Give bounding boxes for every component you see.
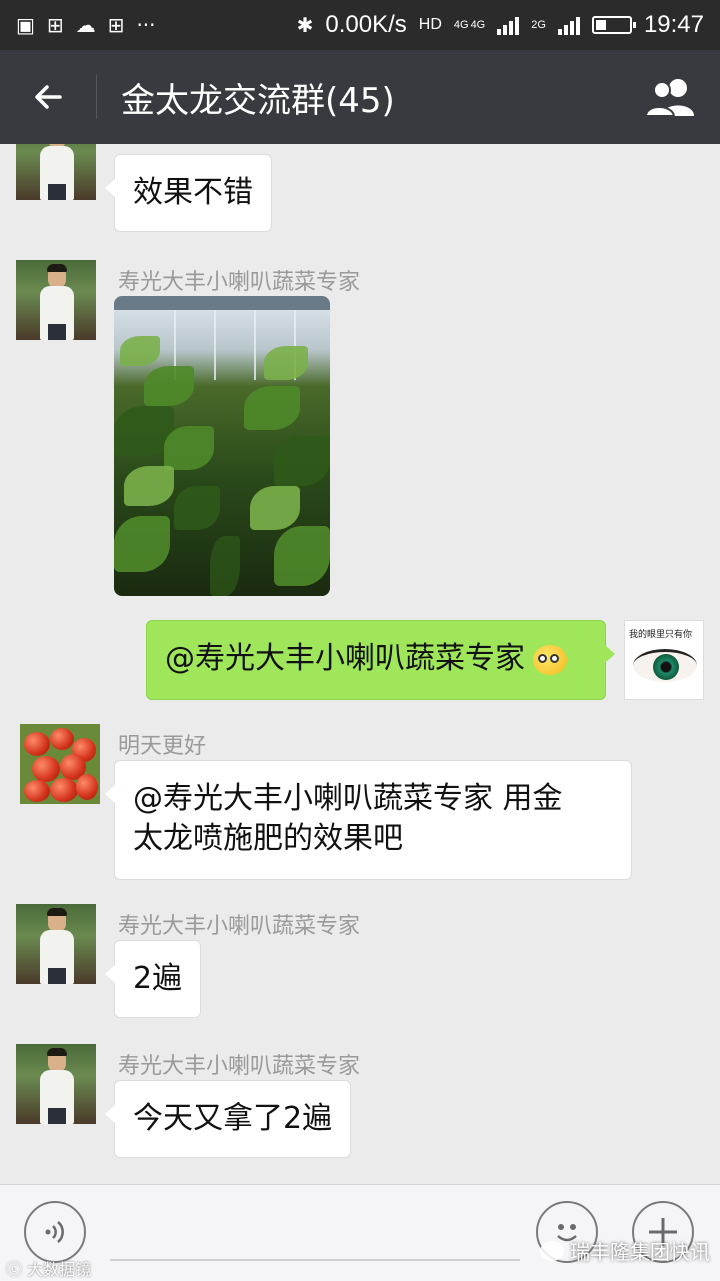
avatar[interactable] — [16, 144, 96, 200]
message-bubble[interactable]: 2遍 — [104, 940, 202, 1018]
message-text-line: 太龙喷施肥的效果吧 — [133, 821, 403, 856]
message-text: @寿光大丰小喇叭蔬菜专家 — [165, 641, 525, 676]
sender-name: 寿光大丰小喇叭蔬菜专家 — [118, 914, 361, 939]
avatar[interactable] — [20, 724, 100, 804]
clock: 19:47 — [643, 11, 704, 38]
message-bubble-mine[interactable]: @寿光大丰小喇叭蔬菜专家 — [146, 620, 615, 700]
battery-icon — [591, 16, 636, 34]
status-bar: ▣ ⊞ ☁ ⊞ ··· ✱ 0.00K/s HD 4G 4G 2G 19:47 — [0, 0, 720, 50]
avatar[interactable] — [16, 904, 96, 984]
avatar[interactable] — [16, 1044, 96, 1124]
my-avatar[interactable]: 我的眼里只有你 — [624, 620, 704, 700]
signal-strength-icon — [497, 15, 520, 35]
message-input-field[interactable] — [110, 1259, 520, 1261]
copyright-icon: ⓒ — [6, 1260, 28, 1279]
back-button[interactable] — [0, 50, 96, 144]
group-members-icon — [644, 79, 694, 117]
dizzy-emoji-icon — [533, 644, 567, 675]
watermark-right-text: 瑞丰隆集团快讯 — [570, 1240, 710, 1264]
chat-title: 金太龙交流群(45) — [121, 80, 395, 121]
watermark-right: 瑞丰隆集团快讯 — [540, 1236, 710, 1265]
wechat-logo-icon — [540, 1240, 564, 1261]
eye-icon — [653, 654, 679, 680]
wechat-notification-icon: ☁ — [75, 13, 96, 37]
message-bubble[interactable]: 效果不错 — [105, 154, 272, 232]
message-text-line: @寿光大丰小喇叭蔬菜专家 用金 — [133, 781, 563, 816]
watermark-left: ⓒ 大数据镜 — [6, 1256, 91, 1280]
net-4g-label: 4G — [453, 19, 469, 31]
more-notifications-icon: ··· — [136, 13, 156, 37]
net-2g-label: 2G — [531, 19, 546, 31]
back-arrow-icon — [35, 85, 62, 109]
watermark-left-text: 大数据镜 — [27, 1260, 92, 1279]
avatar[interactable] — [16, 260, 96, 340]
avatar-caption: 我的眼里只有你 — [629, 630, 693, 640]
signal-strength-icon-2 — [557, 15, 580, 35]
network-speed: 0.00K/s — [325, 11, 407, 38]
gallery-notification-icon: ▣ — [16, 13, 35, 37]
bluetooth-icon: ✱ — [296, 13, 314, 37]
sender-name: 明天更好 — [118, 734, 207, 759]
chat-header: 金太龙交流群(45) — [0, 50, 720, 144]
chat-input-bar — [0, 1184, 720, 1281]
net-4g-label-2: 4G — [470, 19, 486, 31]
group-members-button[interactable] — [620, 50, 720, 144]
sender-name: 寿光大丰小喇叭蔬菜专家 — [118, 1054, 361, 1079]
chat-message-list[interactable]: 效果不错 寿光大丰小喇叭蔬菜专家 @寿光大丰小喇叭蔬菜专家 我的眼里只有你 明天… — [0, 144, 720, 1184]
greenhouse-photo[interactable] — [114, 296, 330, 596]
app-notification-icon: ⊞ — [46, 13, 64, 37]
app-notification-icon-2: ⊞ — [107, 13, 125, 37]
voice-icon — [45, 1221, 64, 1243]
message-bubble[interactable]: 今天又拿了2遍 — [104, 1080, 352, 1158]
hd-label: HD — [418, 16, 442, 33]
sender-name: 寿光大丰小喇叭蔬菜专家 — [118, 270, 361, 295]
message-bubble[interactable]: @寿光大丰小喇叭蔬菜专家 用金 太龙喷施肥的效果吧 — [105, 760, 632, 880]
voice-input-button[interactable] — [24, 1201, 86, 1263]
